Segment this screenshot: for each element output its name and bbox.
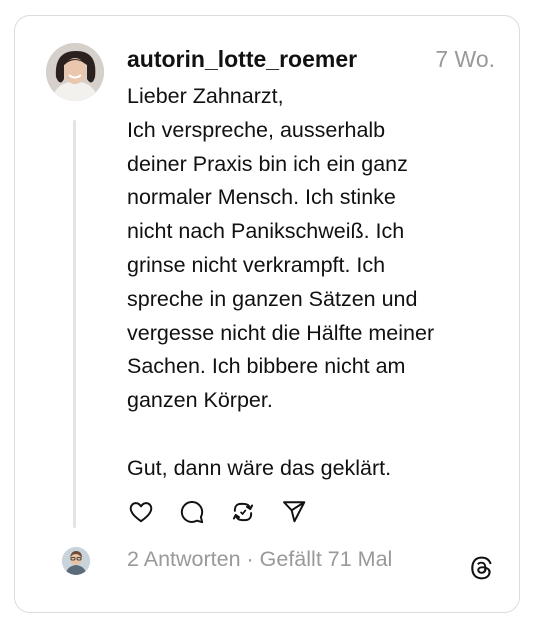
post-text-line: Lieber Zahnarzt,	[127, 84, 284, 108]
author-avatar[interactable]	[46, 43, 104, 101]
author-username[interactable]: autorin_lotte_roemer	[127, 46, 357, 73]
stats-separator: ·	[240, 547, 260, 571]
share-icon	[283, 501, 306, 523]
replies-count-link[interactable]: 2 Antworten	[127, 547, 241, 571]
heart-icon	[129, 502, 153, 523]
post-timestamp[interactable]: 7 Wo.	[435, 46, 495, 73]
post-text-line: Sachen. Ich bibbere nicht am	[127, 354, 406, 379]
repost-button[interactable]	[228, 497, 258, 527]
post-text-line: spreche in ganzen Sätzen und	[127, 286, 418, 311]
post-text-line: Gut, dann wäre das geklärt.	[127, 455, 392, 480]
likes-count-link[interactable]: Gefällt 71 Mal	[260, 547, 393, 571]
reply-button[interactable]	[177, 497, 207, 527]
replier-avatar[interactable]	[62, 547, 90, 575]
like-button[interactable]	[126, 497, 156, 527]
comment-icon	[180, 501, 204, 524]
post-text-line: ganzen Körper.	[127, 388, 273, 413]
threads-logo-icon[interactable]	[466, 554, 494, 582]
post-text-line: grinse nicht verkrampft. Ich	[127, 252, 386, 277]
post-body: Lieber Zahnarzt, Ich verspreche, ausserh…	[127, 80, 497, 486]
share-button[interactable]	[279, 497, 309, 527]
post-text-line: nicht nach Panikschweiß. Ich	[127, 219, 405, 244]
post-stats: 2 Antworten · Gefällt 71 Mal	[127, 547, 392, 572]
post-text-line: Ich verspreche, ausserhalb	[127, 117, 386, 142]
post-text-line: deiner Praxis bin ich ein ganz	[127, 151, 408, 176]
thread-connector-line	[73, 120, 76, 528]
post-text-line: vergesse nicht die Hälfte meiner	[127, 320, 435, 345]
repost-icon	[232, 502, 254, 522]
post-text-line: normaler Mensch. Ich stinke	[127, 185, 396, 210]
post-text-blank-line	[127, 418, 497, 452]
